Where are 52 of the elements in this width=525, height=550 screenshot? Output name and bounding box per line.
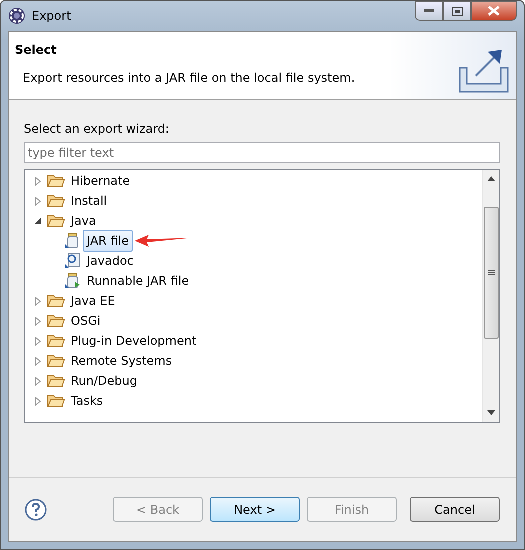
page-title: Select [15,42,58,59]
tree-item[interactable]: JAR file [83,230,133,252]
dialog-button[interactable]: Next > [210,497,300,522]
minimize-button[interactable] [415,1,443,21]
collapsed-icon[interactable] [34,316,42,326]
app-icon [8,7,26,25]
tree-item[interactable]: Run/Debug [67,370,142,392]
tree-item[interactable]: Tasks [67,390,108,412]
maximize-button[interactable] [443,1,471,21]
scrollbar-thumb[interactable] [484,207,498,339]
folder-icon [47,354,65,368]
folder-icon [47,334,65,348]
scroll-down-icon[interactable] [486,410,496,416]
expanded-icon[interactable] [34,217,42,225]
folder-icon [47,374,65,388]
javadoc-icon [65,253,81,269]
filter-field[interactable]: type filter text [24,142,500,163]
folder-icon [47,294,65,308]
folder-icon [47,214,65,228]
grip-icon [488,270,494,276]
tree-item[interactable]: Hibernate [67,170,134,192]
maximize-icon [452,6,462,16]
scroll-up-icon[interactable] [486,176,496,182]
folder-icon [47,174,65,188]
tree-item[interactable]: Java EE [67,290,120,312]
help-icon[interactable] [25,498,47,520]
collapsed-icon[interactable] [34,176,42,186]
tree-item[interactable]: Javadoc [83,250,138,272]
wizard-label: Select an export wizard: [24,121,170,138]
folder-icon [47,314,65,328]
folder-icon [47,194,65,208]
collapsed-icon[interactable] [34,376,42,386]
minimize-icon [424,9,434,13]
collapsed-icon[interactable] [34,336,42,346]
close-button[interactable] [471,1,517,21]
close-icon [488,6,500,16]
folder-icon [47,394,65,408]
window-title: Export [32,8,72,25]
tree-item[interactable]: Java [67,210,100,232]
collapsed-icon[interactable] [34,196,42,206]
tree-item[interactable]: Install [67,190,112,212]
tree-item[interactable]: OSGi [67,310,105,332]
jar-icon [65,233,81,249]
dialog-button[interactable]: Cancel [410,497,500,522]
tree-item[interactable]: Plug-in Development [67,330,201,352]
page-description: Export resources into a JAR file on the local file system. [23,70,356,87]
collapsed-icon[interactable] [34,356,42,366]
collapsed-icon[interactable] [34,296,42,306]
tree-item[interactable]: Runnable JAR file [83,270,194,292]
runnable-jar-icon [65,273,81,289]
tree-item[interactable]: Remote Systems [67,350,176,372]
collapsed-icon[interactable] [34,396,42,406]
